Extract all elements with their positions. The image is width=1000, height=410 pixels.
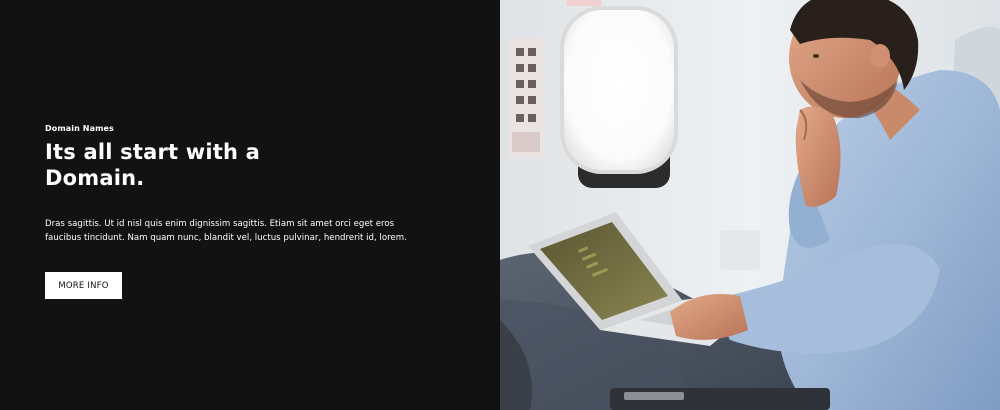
hero-banner: Domain Names Its all start with a Domain…: [0, 0, 1000, 410]
hero-content: Domain Names Its all start with a Domain…: [45, 124, 445, 299]
hero-description: Dras sagittis. Ut id nisl quis enim dign…: [45, 219, 407, 243]
more-info-button[interactable]: MORE INFO: [45, 272, 122, 299]
hero-text-panel: Domain Names Its all start with a Domain…: [0, 0, 500, 410]
hero-eyebrow: Domain Names: [45, 124, 114, 133]
hero-headline: Its all start with a Domain.: [45, 140, 261, 190]
man-with-laptop-on-plane-illustration: [500, 0, 1000, 410]
hero-image: [500, 0, 1000, 410]
